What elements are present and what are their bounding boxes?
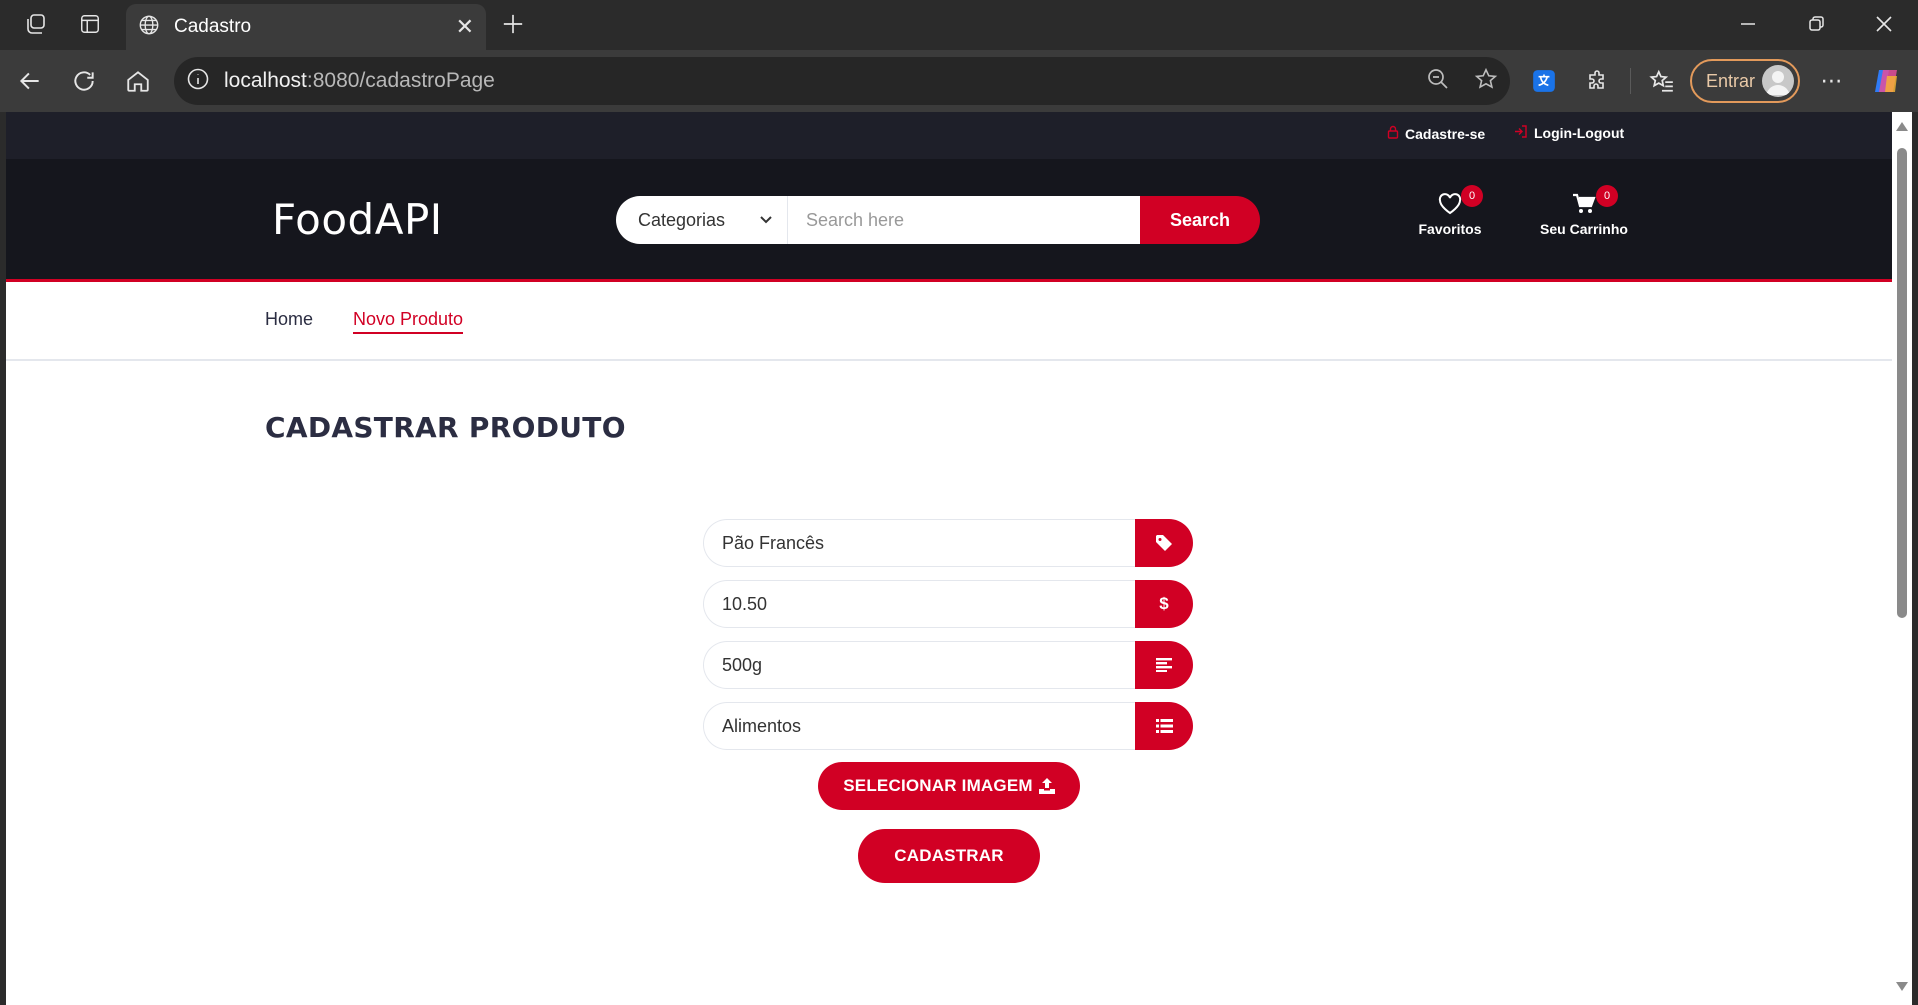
- tab-title: Cadastro: [174, 16, 252, 37]
- profile-button[interactable]: Entrar: [1690, 59, 1800, 103]
- cart-icon: [1529, 193, 1639, 217]
- list-icon: [1135, 702, 1193, 750]
- product-description-field: 500g: [703, 641, 1193, 689]
- site-logo[interactable]: FoodAPI: [272, 195, 443, 244]
- scroll-down-icon[interactable]: [1896, 982, 1908, 991]
- cart-count-badge: 0: [1596, 185, 1618, 207]
- tag-icon: [1135, 519, 1193, 567]
- upload-icon: [1038, 778, 1055, 794]
- product-form: Pão Francês 10.50 $ 500g Alimentos: [703, 519, 1193, 763]
- cart-button[interactable]: Seu Carrinho 0: [1529, 185, 1639, 237]
- back-icon[interactable]: [10, 61, 50, 101]
- browser-tabbar: Cadastro ✕: [0, 0, 1918, 50]
- restore-icon[interactable]: [1788, 4, 1844, 44]
- url-path: :8080/cadastroPage: [306, 69, 495, 92]
- minimize-icon[interactable]: [1720, 4, 1776, 44]
- page-scrollbar[interactable]: [1892, 112, 1912, 1005]
- reload-icon[interactable]: [64, 61, 104, 101]
- site-info-icon[interactable]: [186, 67, 210, 95]
- product-category-field: Alimentos: [703, 702, 1193, 750]
- search-input[interactable]: Search here: [788, 196, 1140, 244]
- lock-icon: [1387, 125, 1399, 142]
- scroll-thumb[interactable]: [1897, 148, 1907, 618]
- new-tab-icon[interactable]: [493, 4, 533, 44]
- url-host: localhost: [224, 69, 307, 92]
- extension-translate-icon[interactable]: [1524, 61, 1564, 101]
- main-header: FoodAPI Categorias Search here Search Fa…: [6, 159, 1892, 282]
- heart-icon: [1395, 193, 1505, 217]
- search-form: Categorias Search here Search: [616, 196, 1268, 244]
- product-description-input[interactable]: 500g: [703, 641, 1135, 689]
- register-link[interactable]: Cadastre-se: [1387, 125, 1485, 142]
- product-name-field: Pão Francês: [703, 519, 1193, 567]
- favorite-star-icon[interactable]: [1474, 67, 1498, 95]
- nav-novo-produto[interactable]: Novo Produto: [353, 309, 464, 334]
- browser-tab-active[interactable]: Cadastro ✕: [126, 4, 486, 50]
- close-tab-icon[interactable]: ✕: [456, 15, 474, 40]
- cart-label: Seu Carrinho: [1540, 221, 1628, 237]
- favorites-list-icon[interactable]: [1642, 61, 1682, 101]
- login-logout-link[interactable]: Login-Logout: [1514, 125, 1624, 141]
- submit-button[interactable]: CADASTRAR: [858, 829, 1040, 883]
- nav-home[interactable]: Home: [265, 309, 313, 330]
- top-header-strip: Cadastre-se Login-Logout: [6, 112, 1892, 159]
- dollar-icon: $: [1135, 580, 1193, 628]
- copilot-icon[interactable]: [1866, 61, 1906, 101]
- browser-toolbar: localhost:8080/cadastroPage Entrar ⋯: [0, 50, 1918, 112]
- zoom-out-icon[interactable]: [1426, 67, 1450, 95]
- profile-label: Entrar: [1706, 70, 1756, 91]
- search-button[interactable]: Search: [1140, 196, 1260, 244]
- toolbar-divider: [1630, 68, 1631, 94]
- select-image-label: SELECIONAR IMAGEM: [843, 776, 1033, 795]
- category-select[interactable]: Categorias: [616, 196, 788, 244]
- product-price-field: 10.50 $: [703, 580, 1193, 628]
- close-window-icon[interactable]: [1856, 4, 1912, 44]
- page-title: CADASTRAR PRODUTO: [265, 411, 626, 444]
- globe-icon: [138, 14, 160, 41]
- more-options-icon[interactable]: ⋯: [1812, 61, 1852, 101]
- extensions-puzzle-icon[interactable]: [1578, 61, 1618, 101]
- tab-actions-icon[interactable]: [70, 4, 110, 44]
- align-left-icon: [1135, 641, 1193, 689]
- workspaces-icon[interactable]: [16, 4, 56, 44]
- address-bar[interactable]: localhost:8080/cadastroPage: [174, 57, 1510, 105]
- page-viewport: Cadastre-se Login-Logout FoodAPI Categor…: [6, 112, 1892, 1005]
- select-image-button[interactable]: SELECIONAR IMAGEM: [818, 762, 1080, 810]
- favorites-count-badge: 0: [1461, 185, 1483, 207]
- sign-in-icon: [1514, 125, 1528, 141]
- favorites-label: Favoritos: [1418, 221, 1482, 237]
- chevron-down-icon: [759, 210, 773, 231]
- product-price-input[interactable]: 10.50: [703, 580, 1135, 628]
- category-selected: Categorias: [638, 209, 726, 230]
- favorites-button[interactable]: Favoritos 0: [1395, 185, 1505, 237]
- login-logout-label: Login-Logout: [1534, 125, 1625, 141]
- scroll-up-icon[interactable]: [1896, 122, 1908, 131]
- product-name-input[interactable]: Pão Francês: [703, 519, 1135, 567]
- home-icon[interactable]: [118, 61, 158, 101]
- register-label: Cadastre-se: [1405, 125, 1486, 142]
- main-nav: Home Novo Produto: [6, 285, 1892, 361]
- avatar: [1762, 65, 1794, 97]
- product-category-input[interactable]: Alimentos: [703, 702, 1135, 750]
